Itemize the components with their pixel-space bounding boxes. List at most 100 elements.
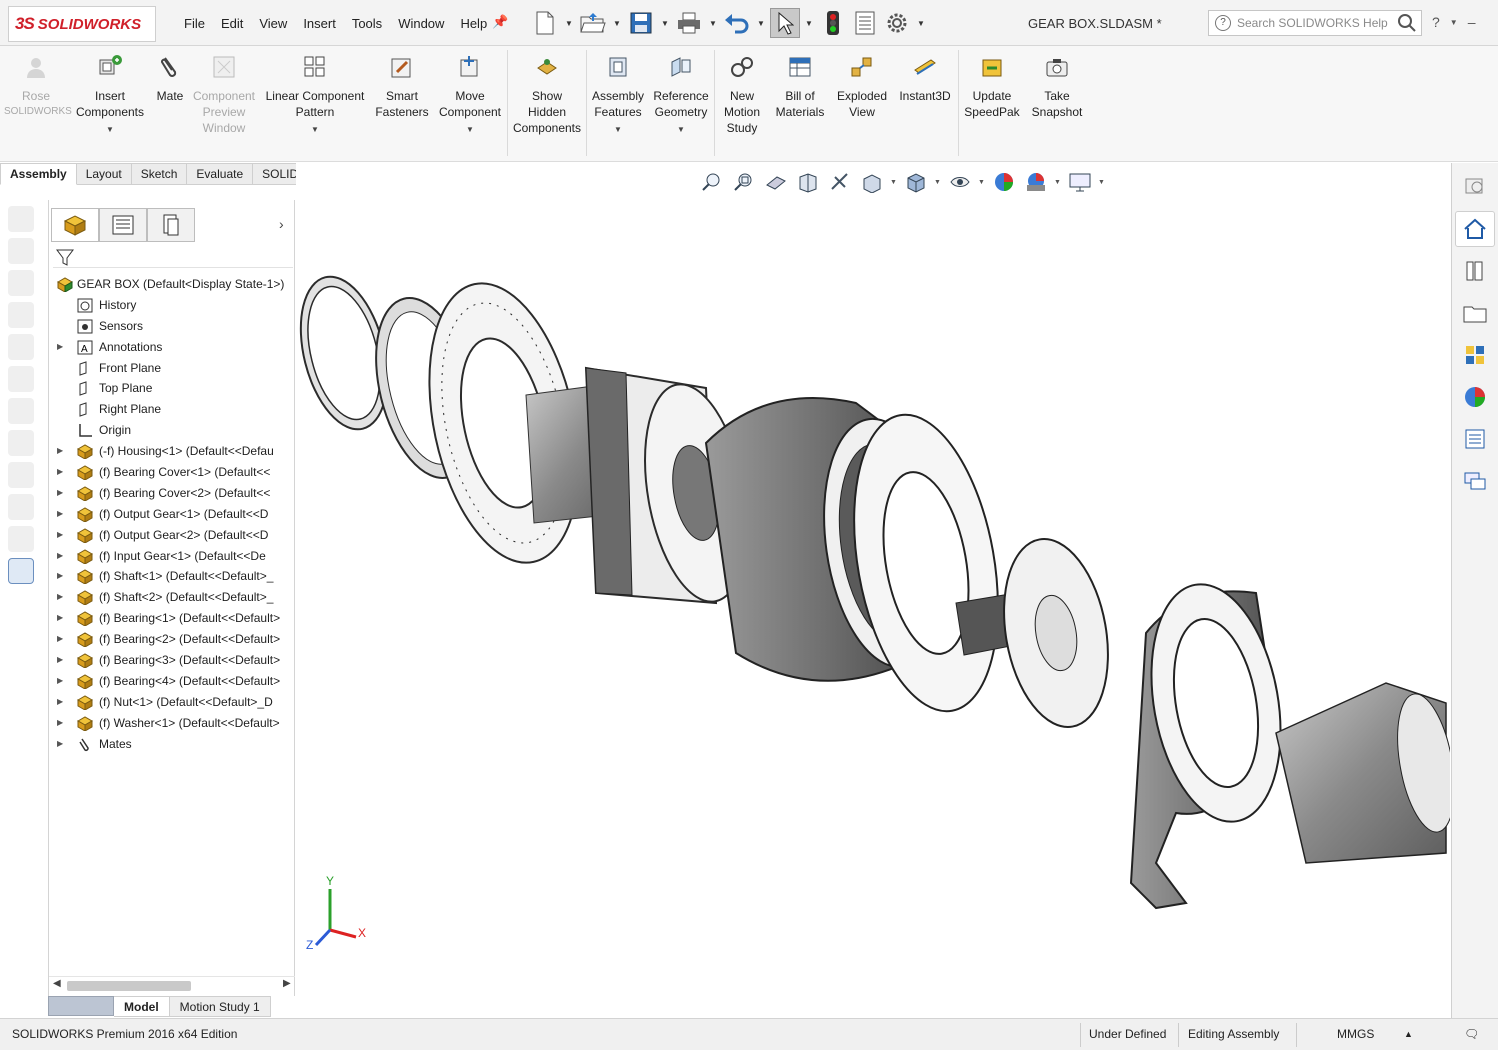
component-preview-window-button[interactable]: Component Preview Window [190, 54, 258, 136]
tree-item[interactable]: ▶ (f) Nut<1> (Default<<Default>_D [49, 692, 295, 713]
exploded-view-button[interactable]: Exploded View [834, 54, 890, 120]
tree-item[interactable]: ▶ (f) Input Gear<1> (Default<<De [49, 546, 295, 567]
options-gear-icon[interactable] [882, 8, 912, 38]
tree-item[interactable]: ▶ (f) Bearing<4> (Default<<Default> [49, 671, 295, 692]
input-shaft-assembly-part[interactable] [1275, 682, 1450, 864]
select-cursor-icon[interactable] [770, 8, 800, 38]
expand-arrow-icon[interactable]: ▶ [57, 734, 67, 754]
expand-arrow-icon[interactable]: ▶ [57, 671, 67, 691]
rebuild-traffic-light-icon[interactable] [818, 8, 848, 38]
tree-item[interactable]: ▶ (-f) Housing<1> (Default<<Defau [49, 441, 295, 462]
update-speedpak-button[interactable]: Update SpeedPak [962, 54, 1022, 120]
tree-item[interactable]: Front Plane [49, 358, 295, 379]
expand-arrow-icon[interactable]: ▶ [57, 483, 67, 503]
help-search-placeholder[interactable]: Search SOLIDWORKS Help [1237, 16, 1388, 30]
tree-item[interactable]: ▶ (f) Bearing<3> (Default<<Default> [49, 650, 295, 671]
toolbar-tool-icon[interactable] [8, 238, 34, 264]
expand-arrow-icon[interactable]: ▶ [57, 608, 67, 628]
expand-arrow-icon[interactable]: ▶ [57, 713, 67, 733]
toolbar-tool-icon[interactable] [8, 366, 34, 392]
tab-sketch[interactable]: Sketch [131, 163, 188, 185]
tree-filter[interactable] [53, 246, 293, 268]
file-explorer-folder-icon[interactable] [1455, 295, 1495, 331]
tree-item[interactable]: ▶ (f) Bearing Cover<2> (Default<< [49, 483, 295, 504]
expand-arrow-icon[interactable]: ▶ [57, 546, 67, 566]
tree-item[interactable]: ▶ Mates [49, 734, 295, 755]
filter-icon[interactable] [55, 248, 75, 268]
tree-item[interactable]: ▶ (f) Shaft<2> (Default<<Default>_ [49, 587, 295, 608]
tree-item[interactable]: Top Plane [49, 378, 295, 399]
toolbar-tool-icon[interactable] [8, 526, 34, 552]
expand-arrow-icon[interactable]: ▶ [57, 462, 67, 482]
menu-tools[interactable]: Tools [344, 14, 390, 33]
comment-icon[interactable]: 🗨 [1464, 1027, 1479, 1041]
tree-root-gear-box[interactable]: GEAR BOX (Default<Display State-1>) [49, 274, 295, 295]
assembly-features-button[interactable]: Assembly Features ▼ [588, 54, 648, 138]
expand-arrow-icon[interactable]: ▶ [57, 650, 67, 670]
expand-arrow-icon[interactable]: ▶ [57, 587, 67, 607]
tab-assembly[interactable]: Assembly [0, 163, 77, 185]
bill-of-materials-button[interactable]: Bill of Materials [770, 54, 830, 120]
mate-button[interactable]: Mate [152, 54, 188, 104]
tree-item[interactable]: ▶ (f) Output Gear<1> (Default<<D [49, 504, 295, 525]
minimize-icon[interactable]: – [1468, 14, 1476, 30]
tree-horizontal-scrollbar[interactable]: ◀ ▶ [49, 976, 295, 994]
move-component-button[interactable]: Move Component ▼ [436, 54, 504, 138]
new-document-icon[interactable] [530, 8, 560, 38]
insert-components-button[interactable]: Insert Components ▼ [72, 54, 148, 138]
tree-item[interactable]: ▶ (f) Shaft<1> (Default<<Default>_ [49, 566, 295, 587]
reference-geometry-button[interactable]: Reference Geometry ▼ [650, 54, 712, 138]
custom-properties-icon[interactable] [1455, 421, 1495, 457]
new-motion-study-button[interactable]: New Motion Study [718, 54, 766, 136]
scroll-right-icon[interactable]: ▶ [283, 978, 291, 989]
toolbar-tool-icon[interactable] [8, 462, 34, 488]
expand-arrow-icon[interactable]: ▶ [57, 692, 67, 712]
tree-item[interactable]: History [49, 295, 295, 316]
expand-arrow-icon[interactable]: ▶ [57, 504, 67, 524]
save-dropdown-icon[interactable]: ▼ [658, 19, 672, 28]
scroll-left-icon[interactable]: ◀ [53, 978, 61, 989]
move-component-dropdown-icon[interactable]: ▼ [436, 122, 504, 138]
toolbar-tool-icon[interactable] [8, 302, 34, 328]
select-dropdown-icon[interactable]: ▼ [802, 19, 816, 28]
toolbar-tool-icon[interactable] [8, 334, 34, 360]
unit-system[interactable]: MMGS [1337, 1027, 1374, 1041]
tree-item[interactable]: Right Plane [49, 399, 295, 420]
options-dropdown-icon[interactable]: ▼ [914, 19, 928, 28]
tree-item[interactable]: ▶ (f) Bearing<1> (Default<<Default> [49, 608, 295, 629]
expand-arrow-icon[interactable]: ▶ [57, 525, 67, 545]
menu-insert[interactable]: Insert [295, 14, 344, 33]
save-icon[interactable] [626, 8, 656, 38]
appearances-scenes-icon[interactable] [1455, 379, 1495, 415]
scroll-thumb[interactable] [67, 981, 191, 991]
print-dropdown-icon[interactable]: ▼ [706, 19, 720, 28]
insert-components-dropdown-icon[interactable]: ▼ [72, 122, 148, 138]
help-dropdown-icon[interactable]: ▼ [1450, 18, 1458, 30]
expand-arrow-icon[interactable]: ▶ [57, 337, 67, 357]
new-dropdown-icon[interactable]: ▼ [562, 19, 576, 28]
undo-dropdown-icon[interactable]: ▼ [754, 19, 768, 28]
search-icon[interactable] [1397, 13, 1417, 33]
tab-scroll-controls[interactable] [48, 996, 114, 1016]
toolbar-tool-icon[interactable] [8, 430, 34, 456]
tab-motion-study-1[interactable]: Motion Study 1 [169, 996, 271, 1017]
smart-fasteners-button[interactable]: Smart Fasteners [372, 54, 432, 120]
tree-item[interactable]: ▶ (f) Output Gear<2> (Default<<D [49, 525, 295, 546]
tree-item[interactable]: ▶ A Annotations [49, 337, 295, 358]
help-icon[interactable]: ? [1432, 14, 1440, 30]
home-icon[interactable] [1455, 211, 1495, 247]
featuremanager-tree-tab-icon[interactable] [51, 208, 99, 242]
property-manager-tab-icon[interactable] [99, 208, 147, 242]
motor-housing-part[interactable] [1129, 574, 1298, 910]
tab-evaluate[interactable]: Evaluate [187, 163, 254, 185]
menu-edit[interactable]: Edit [213, 14, 251, 33]
chevron-right-icon[interactable]: › [279, 216, 284, 232]
take-snapshot-button[interactable]: Take Snapshot [1028, 54, 1086, 120]
solidworks-logo[interactable]: 3S SOLIDWORKS [8, 6, 156, 42]
tab-model[interactable]: Model [114, 996, 170, 1017]
expand-arrow-icon[interactable]: ▶ [57, 566, 67, 586]
expand-arrow-icon[interactable]: ▶ [57, 629, 67, 649]
view-palette-icon[interactable] [1455, 337, 1495, 373]
graphics-area[interactable]: ▼ ▼ ▼ ▼ ▼ Y X Z [296, 163, 1450, 996]
instant3d-button[interactable]: Instant3D [894, 54, 956, 104]
